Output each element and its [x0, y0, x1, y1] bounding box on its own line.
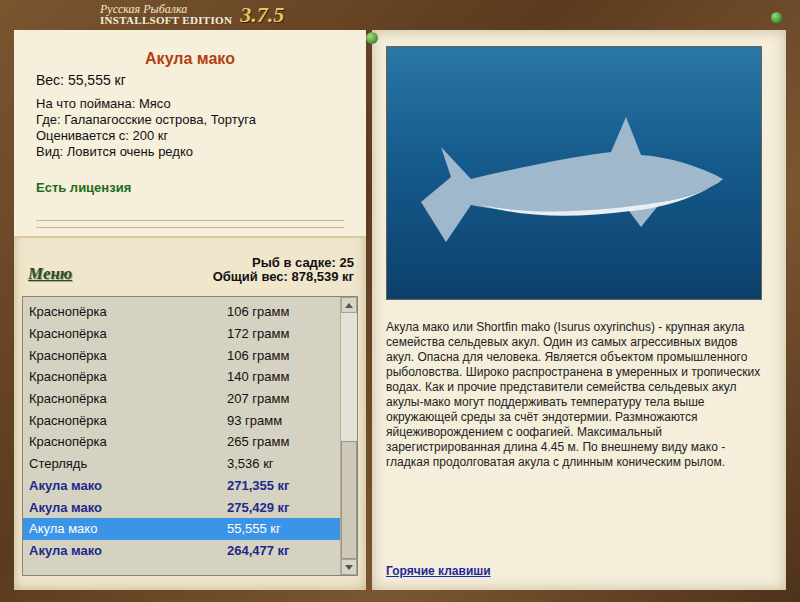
arrow-up-icon — [345, 303, 353, 308]
fish-detail: На что поймана: Мясо — [36, 96, 344, 112]
cage-count: Рыб в садке: 25 — [213, 256, 354, 270]
catch-row[interactable]: Акула мако271,355 кг — [23, 475, 340, 497]
scroll-track[interactable] — [341, 313, 357, 559]
fish-weight-cell: 106 грамм — [227, 348, 289, 363]
catch-row[interactable]: Акула мако275,429 кг — [23, 496, 340, 518]
fish-weight-cell: 172 грамм — [227, 326, 289, 341]
left-column: Акула мако Вес: 55,555 кг На что поймана: … — [14, 30, 366, 590]
fish-name-cell: Краснопёрка — [29, 326, 227, 341]
fish-name-cell: Акула мако — [29, 500, 227, 515]
license-label: Есть лицензия — [36, 180, 344, 195]
catch-row[interactable]: Акула мако55,555 кг — [23, 518, 340, 540]
fish-name-cell: Краснопёрка — [29, 391, 227, 406]
fish-name-cell: Краснопёрка — [29, 413, 227, 428]
fish-name: Акула мако — [36, 50, 344, 68]
scroll-spacer — [341, 313, 357, 441]
fish-description: Акула мако или Shortfin mako (Isurus oxy… — [386, 320, 762, 470]
fish-weight-cell: 271,355 кг — [227, 478, 290, 493]
fish-name-cell: Стерлядь — [29, 456, 227, 471]
catch-row[interactable]: Акула мако264,477 кг — [23, 540, 340, 562]
menu-button[interactable]: Меню — [28, 264, 72, 284]
catch-row[interactable]: Краснопёрка265 грамм — [23, 431, 340, 453]
fish-name-cell: Акула мако — [29, 478, 227, 493]
fish-name-cell: Краснопёрка — [29, 434, 227, 449]
edition-line: INSTALLSOFT EDITION — [100, 15, 232, 26]
fish-name-cell: Акула мако — [29, 521, 227, 536]
catch-list: Краснопёрка106 граммКраснопёрка172 грамм… — [22, 296, 358, 576]
fish-weight-cell: 93 грамм — [227, 413, 282, 428]
game-window: Русская РыбалкаINSTALLSOFT EDITION3.7.5А… — [0, 0, 800, 602]
ornament — [36, 220, 344, 228]
catch-rows: Краснопёрка106 граммКраснопёрка172 грамм… — [23, 297, 340, 575]
fish-weight-cell: 265 грамм — [227, 434, 289, 449]
fish-detail: Где: Галапагосские острова, Тортуга — [36, 112, 344, 128]
fish-detail: Вид: Ловится очень редко — [36, 144, 344, 160]
scroll-down-button[interactable] — [341, 559, 357, 575]
fish-weight-cell: 3,536 кг — [227, 456, 274, 471]
arrow-down-icon — [345, 565, 353, 570]
catch-row[interactable]: Краснопёрка106 грамм — [23, 344, 340, 366]
fish-weight-cell: 275,429 кг — [227, 500, 290, 515]
cage-summary: Рыб в садке: 25Общий вес: 878,539 кг — [213, 256, 354, 284]
scroll-thumb[interactable] — [341, 441, 357, 559]
hotkeys-link[interactable]: Горячие клавиши — [386, 564, 762, 578]
version-label: 3.7.5 — [240, 2, 284, 28]
fish-photo — [386, 46, 762, 300]
catch-row[interactable]: Краснопёрка106 грамм — [23, 301, 340, 323]
fish-name-cell: Краснопёрка — [29, 369, 227, 384]
menu-row: Меню Рыб в садке: 25Общий вес: 878,539 кг — [14, 238, 366, 292]
catch-row[interactable]: Краснопёрка93 грамм — [23, 409, 340, 431]
description-panel: Акула мако или Shortfin mako (Isurus oxy… — [372, 30, 786, 590]
shark-icon — [411, 107, 731, 257]
fish-weight-cell: 207 грамм — [227, 391, 289, 406]
catch-row[interactable]: Стерлядь3,536 кг — [23, 453, 340, 475]
fish-info-panel: Акула мако Вес: 55,555 кг На что поймана: … — [14, 30, 366, 238]
fish-name-cell: Краснопёрка — [29, 348, 227, 363]
status-dot-icon — [771, 12, 782, 23]
catch-row[interactable]: Краснопёрка207 грамм — [23, 388, 340, 410]
title-bar: Русская РыбалкаINSTALLSOFT EDITION 3.7.5 — [14, 0, 786, 30]
cage-total: Общий вес: 878,539 кг — [213, 270, 354, 284]
fish-weight-cell: 140 грамм — [227, 369, 289, 384]
fish-weight-cell: 264,477 кг — [227, 543, 290, 558]
scroll-up-button[interactable] — [341, 297, 357, 313]
catch-row[interactable]: Краснопёрка140 грамм — [23, 366, 340, 388]
scrollbar[interactable] — [340, 297, 357, 575]
main-area: Акула мако Вес: 55,555 кг На что поймана: … — [14, 30, 786, 590]
fish-weight-cell: 55,555 кг — [227, 521, 281, 536]
fish-weight: Вес: 55,555 кг — [36, 72, 344, 88]
fish-weight-cell: 106 грамм — [227, 304, 289, 319]
catch-row[interactable]: Краснопёрка172 грамм — [23, 323, 340, 345]
fish-name-cell: Акула мако — [29, 543, 227, 558]
game-title: Русская РыбалкаINSTALLSOFT EDITION — [100, 4, 232, 26]
fish-detail: Оценивается с: 200 кг — [36, 128, 344, 144]
fish-name-cell: Краснопёрка — [29, 304, 227, 319]
pin-icon — [366, 32, 378, 44]
title-line: Русская Рыбалка — [100, 4, 232, 15]
